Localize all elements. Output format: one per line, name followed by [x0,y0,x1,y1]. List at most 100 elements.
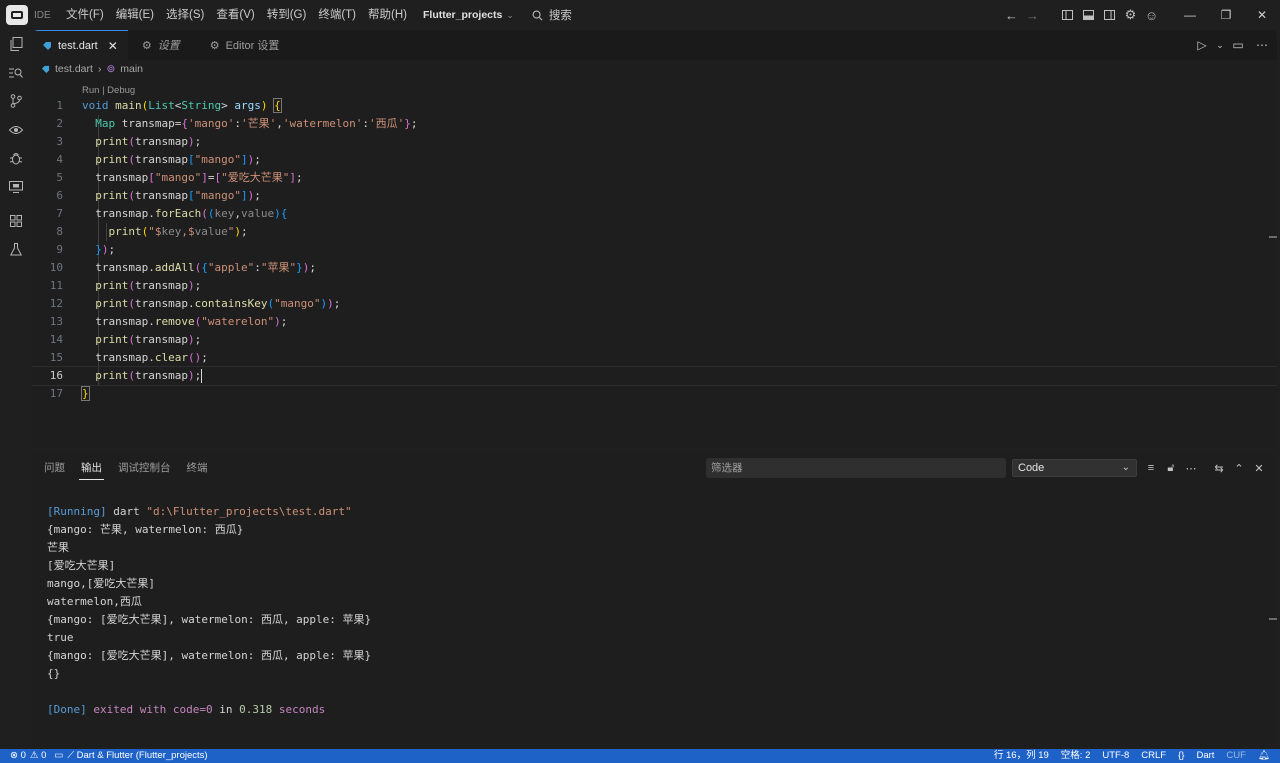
run-icon[interactable]: ▷ [1191,38,1213,52]
language-braces-icon[interactable]: {} [1178,749,1184,763]
code-line: 12 print(transmap.containsKey("mango")); [49,297,341,310]
tab-output[interactable]: 输出 [73,454,110,482]
end-of-line[interactable]: CRLF [1141,749,1166,763]
tab-test-dart[interactable]: test.dart ✕ [32,30,128,60]
menu-file[interactable]: 文件(F) [60,0,110,30]
scrollbar-marker [1269,236,1277,238]
panel-settings-icon[interactable]: ⇆ [1209,462,1229,475]
forward-arrow-icon[interactable]: → [1022,0,1043,30]
output-line: mango,[爱吃大芒果] [47,577,155,590]
code-line: 1 void main(List<String> args) { [56,98,282,113]
close-panel-icon[interactable]: ✕ [1249,462,1269,475]
method-icon: ⊚ [106,63,116,75]
code-line: 6 print(transmap["mango"]); [56,189,261,202]
errors-indicator[interactable]: ⊗ 0 [10,749,26,763]
toggle-sidebar-icon[interactable] [1057,0,1078,30]
chevron-down-icon[interactable]: ⌄ [1215,40,1225,51]
more-actions-icon[interactable]: ⋯ [1251,38,1273,52]
eye-icon[interactable] [0,116,32,145]
output-line: {} [47,667,61,680]
language-mode[interactable]: Dart [1196,749,1214,763]
settings-tab-icon: ⚙ [209,39,220,52]
project-switcher[interactable]: Flutter_projects ⌄ [423,9,514,21]
code-line: 9 }); [56,243,116,256]
tab-editor-settings[interactable]: ⚙ Editor 设置 [190,30,290,60]
restore-button[interactable]: ❐ [1208,0,1244,30]
code-editor[interactable]: 1 void main(List<String> args) { 2 Map tr… [32,97,1277,403]
close-window-button[interactable]: ✕ [1244,0,1280,30]
maximize-panel-icon[interactable]: ⌃ [1229,462,1249,475]
explorer-icon[interactable] [0,30,32,59]
breadcrumb-file[interactable]: test.dart [55,63,93,75]
code-line: 8 print("$key,$value"); [56,225,248,238]
extension-status[interactable]: CUF [1226,749,1246,763]
project-name: Flutter_projects [422,9,503,21]
indentation[interactable]: 空格: 2 [1061,749,1091,763]
output-line: 芒果 [47,541,69,554]
search-view-icon[interactable] [0,59,32,88]
clear-output-icon[interactable]: ≡ [1141,462,1161,474]
back-arrow-icon[interactable]: ← [1001,0,1022,30]
code-line: 3 print(transmap); [56,135,202,148]
split-editor-icon[interactable]: ▭ [1227,38,1249,52]
minimize-button[interactable]: — [1172,0,1208,30]
output-line: [Running] dart "d:\Flutter_projects\test… [47,505,352,518]
search-label: 搜索 [548,10,572,22]
menu-help[interactable]: 帮助(H) [362,0,413,30]
settings-tab-icon: ⚙ [141,39,152,52]
output-channel-value: Code [1018,462,1045,474]
ide-label: IDE [34,9,51,21]
source-control-icon[interactable] [0,87,32,116]
toggle-secondary-sidebar-icon[interactable] [1099,0,1120,30]
tab-label: test.dart [58,39,98,52]
tab-settings[interactable]: ⚙ 设置 [128,30,190,60]
tab-terminal[interactable]: 终端 [179,454,216,482]
output-line: [爱吃大芒果] [47,559,116,572]
debug-icon[interactable] [0,144,32,173]
remote-explorer-icon[interactable] [0,173,32,202]
scrollbar-marker [1269,618,1277,620]
gear-icon[interactable]: ⚙ [1120,0,1141,30]
menu-view[interactable]: 查看(V) [210,0,260,30]
code-line: 10 transmap.addAll({"apple":"苹果"}); [49,261,316,274]
code-line: 15 transmap.clear(); [49,351,208,364]
extensions-icon[interactable] [0,207,32,236]
close-tab-icon[interactable]: ✕ [108,39,118,53]
account-icon[interactable]: ☺ [1141,0,1162,30]
notifications-bell-icon[interactable]: 🔔︎ [1258,749,1270,763]
tab-debug-console[interactable]: 调试控制台 [110,454,179,482]
editor-tabs: test.dart ✕ ⚙ 设置 ⚙ Editor 设置 ▷ ⌄ ▭ ⋯ [32,30,1277,60]
output-blank-line [47,683,371,701]
more-actions-icon[interactable]: ⋯ [1181,462,1201,475]
output-channel-select[interactable]: Code ⌄ [1012,459,1137,477]
code-line: 2 Map transmap={'mango':'芒果','watermelon… [56,117,418,130]
chevron-down-icon: ⌄ [1121,462,1130,473]
cursor-position[interactable]: 行 16，列 19 [994,749,1049,763]
output-line: {mango: [爱吃大芒果], watermelon: 西瓜, apple: … [47,649,372,662]
breadcrumb-symbol[interactable]: main [120,63,143,75]
command-search[interactable]: 搜索 [532,7,572,23]
code-line-current: 16 print(transmap); [32,366,1277,386]
warnings-indicator[interactable]: ⚠ 0 [30,749,46,763]
output-log[interactable]: [Running] dart "d:\Flutter_projects\test… [47,503,371,719]
output-line: true [47,631,74,644]
tab-label: Editor 设置 [225,40,280,52]
run-debug-codelens[interactable]: Run | Debug [82,85,135,96]
dart-flutter-status[interactable]: ⟋ Dart & Flutter (Flutter_projects) [67,749,207,763]
menu-terminal[interactable]: 终端(T) [312,0,362,30]
tab-problems[interactable]: 问题 [36,454,73,482]
menu-selection[interactable]: 选择(S) [160,0,210,30]
lock-icon[interactable]: 🔓︎ [1161,462,1181,475]
activity-bar [0,30,32,747]
toggle-panel-icon[interactable] [1078,0,1099,30]
menu-go[interactable]: 转到(G) [261,0,313,30]
encoding[interactable]: UTF-8 [1102,749,1129,763]
code-line: 14 print(transmap); [49,333,202,346]
code-line: 17} [49,386,90,401]
output-filter-input[interactable]: 筛选器 [706,458,1006,478]
menu-edit[interactable]: 编辑(E) [110,0,160,30]
ports-icon[interactable]: ▭ [54,749,63,763]
testing-flask-icon[interactable] [0,236,32,265]
text-cursor [201,369,203,383]
tab-label: 设置 [157,40,180,52]
